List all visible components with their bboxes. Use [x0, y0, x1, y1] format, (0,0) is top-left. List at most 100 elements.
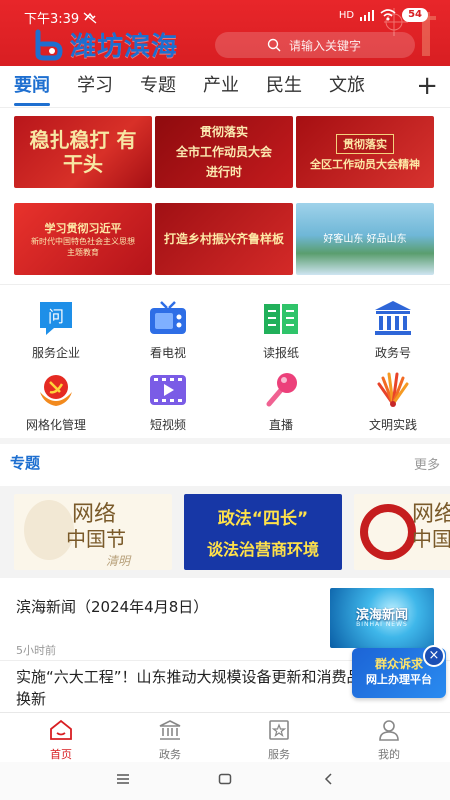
fan-icon: [373, 370, 413, 410]
topic-card-text: 中国节: [66, 527, 126, 551]
app-header: 下午3:39 HD 54 潍坊滨海 请输入关键字: [0, 0, 450, 66]
topic-card-text: 网络: [72, 502, 117, 527]
app-logo: 潍坊滨海: [30, 26, 178, 63]
topics-header: 专题 更多: [10, 452, 440, 473]
logo-mark-icon: [35, 29, 63, 60]
service-label: 服务企业: [31, 346, 80, 360]
user-icon: [379, 720, 399, 741]
service-label: 读报纸: [262, 346, 299, 360]
banner-card[interactable]: 贯彻落实 全区工作动员大会精神: [296, 116, 434, 188]
service-label: 短视频: [149, 418, 186, 432]
add-channel-button[interactable]: +: [416, 73, 438, 99]
banner-text: 全市工作动员大会: [175, 145, 272, 159]
service-grid-management[interactable]: 网格化管理: [0, 370, 112, 433]
divider: [0, 284, 450, 285]
banner-text: 好客山东 好品山东: [323, 233, 407, 245]
wifi-icon: [380, 9, 396, 21]
service-enterprise[interactable]: 问 服务企业: [0, 298, 112, 361]
nav-services[interactable]: 服务: [244, 719, 314, 762]
news-title: 滨海新闻（2024年4月8日）: [16, 598, 209, 616]
topic-card-text: 中国: [412, 527, 450, 551]
nav-government[interactable]: 政务: [135, 719, 205, 762]
banner-text: 主题教育: [67, 247, 99, 257]
banner-text: 打造乡村振兴齐鲁样板: [163, 231, 284, 246]
menu-icon[interactable]: [116, 772, 130, 786]
topics-title: 专题: [10, 454, 41, 472]
banner-text: 贯彻落实: [199, 125, 248, 139]
topics-more-link[interactable]: 更多: [414, 454, 440, 473]
government-icon: [373, 298, 413, 338]
back-icon[interactable]: [322, 772, 336, 786]
nav-label: 服务: [268, 748, 290, 761]
bottom-navigation: 首页 政务 服务 我的: [0, 712, 450, 762]
search-icon: [267, 38, 281, 52]
tab-news[interactable]: 要闻: [14, 66, 50, 108]
topic-card[interactable]: 政法“四长” 谈法治营商环境: [184, 494, 342, 570]
topics-carousel[interactable]: 网络 中国节 清明 政法“四长” 谈法治营商环境 网络 中国: [0, 486, 450, 578]
banner-text: 稳扎稳打 有干头: [29, 128, 137, 176]
signal-icon: [360, 9, 375, 21]
banner-card[interactable]: 贯彻落实 全市工作动员大会 进行时: [155, 116, 293, 188]
news-item-title[interactable]: 实施“六大工程”！山东推动大规模设备更新和消费品以旧换新: [16, 666, 396, 710]
service-short-video[interactable]: 短视频: [112, 370, 224, 433]
banner-text: 贯彻落实: [336, 133, 394, 154]
topic-card-text: 谈法治营商环境: [206, 540, 319, 559]
topic-card-text: 网络: [412, 502, 450, 527]
thumb-subtitle: BINHAI NEWS: [356, 621, 408, 628]
section-separator: [0, 438, 450, 444]
battery-indicator: 54: [402, 8, 428, 22]
nav-profile[interactable]: 我的: [354, 719, 424, 762]
banner-text: 全区工作动员大会精神: [310, 157, 420, 171]
banner-card[interactable]: 打造乡村振兴齐鲁样板: [155, 203, 293, 275]
banner-text: 进行时: [205, 165, 242, 179]
nav-home[interactable]: 首页: [26, 719, 96, 762]
service-read-newspaper[interactable]: 读报纸: [225, 298, 337, 361]
service-label: 直播: [268, 418, 293, 432]
channel-tabs: 要闻 学习 专题 产业 民生 文旅 +: [0, 66, 450, 108]
topic-card-text: 清明: [106, 554, 131, 568]
banner-card[interactable]: 好客山东 好品山东: [296, 203, 434, 275]
service-gov-account[interactable]: 政务号: [337, 298, 449, 361]
news-time: 5小时前: [16, 644, 56, 657]
service-label: 网格化管理: [25, 418, 86, 432]
service-watch-tv[interactable]: 看电视: [112, 298, 224, 361]
news-thumbnail: 滨海新闻 BINHAI NEWS: [330, 588, 434, 648]
float-ad-line2: 网上办理平台: [366, 673, 432, 686]
tv-icon: [148, 298, 188, 338]
service-label: 文明实践: [368, 418, 417, 432]
home-icon: [50, 719, 72, 740]
nav-label: 政务: [159, 748, 181, 761]
system-navigation-bar: [0, 762, 450, 800]
tab-culture-tourism[interactable]: 文旅: [329, 66, 365, 108]
chat-icon: 问: [36, 298, 76, 338]
app-name: 潍坊滨海: [70, 32, 179, 62]
tab-study[interactable]: 学习: [77, 66, 113, 108]
star-flag-icon: [269, 720, 289, 740]
newspaper-icon: [261, 298, 301, 338]
topic-card[interactable]: 网络 中国节 清明: [14, 494, 172, 570]
status-time: 下午3:39: [24, 12, 80, 27]
banner-card[interactable]: 学习贯彻习近平 新时代中国特色社会主义思想 主题教育: [14, 203, 152, 275]
search-placeholder: 请输入关键字: [289, 38, 362, 53]
party-emblem-icon: [36, 370, 76, 410]
service-civilization-practice[interactable]: 文明实践: [337, 370, 449, 433]
service-label: 政务号: [374, 346, 411, 360]
banner-text: 学习贯彻习近平: [44, 221, 122, 235]
topic-card[interactable]: 网络 中国: [354, 494, 450, 570]
signal-label: HD: [338, 9, 355, 21]
banner-card[interactable]: 稳扎稳打 有干头: [14, 116, 152, 188]
home-button-icon[interactable]: [218, 772, 232, 786]
nav-label: 首页: [50, 748, 72, 761]
close-icon[interactable]: ×: [423, 645, 445, 667]
search-input[interactable]: 请输入关键字: [215, 32, 415, 58]
microphone-icon: [261, 370, 301, 410]
topic-card-text: 政法“四长”: [217, 509, 309, 529]
mute-icon: [83, 12, 97, 23]
tab-livelihood[interactable]: 民生: [266, 66, 302, 108]
tab-topics[interactable]: 专题: [140, 66, 176, 108]
tab-industry[interactable]: 产业: [203, 66, 239, 108]
service-live[interactable]: 直播: [225, 370, 337, 433]
service-grid: 问 服务企业 看电视 读报纸 政务号 网格化管理 短视频 直播 文明实践: [0, 292, 450, 438]
nav-label: 我的: [378, 748, 400, 761]
video-icon: [148, 370, 188, 410]
